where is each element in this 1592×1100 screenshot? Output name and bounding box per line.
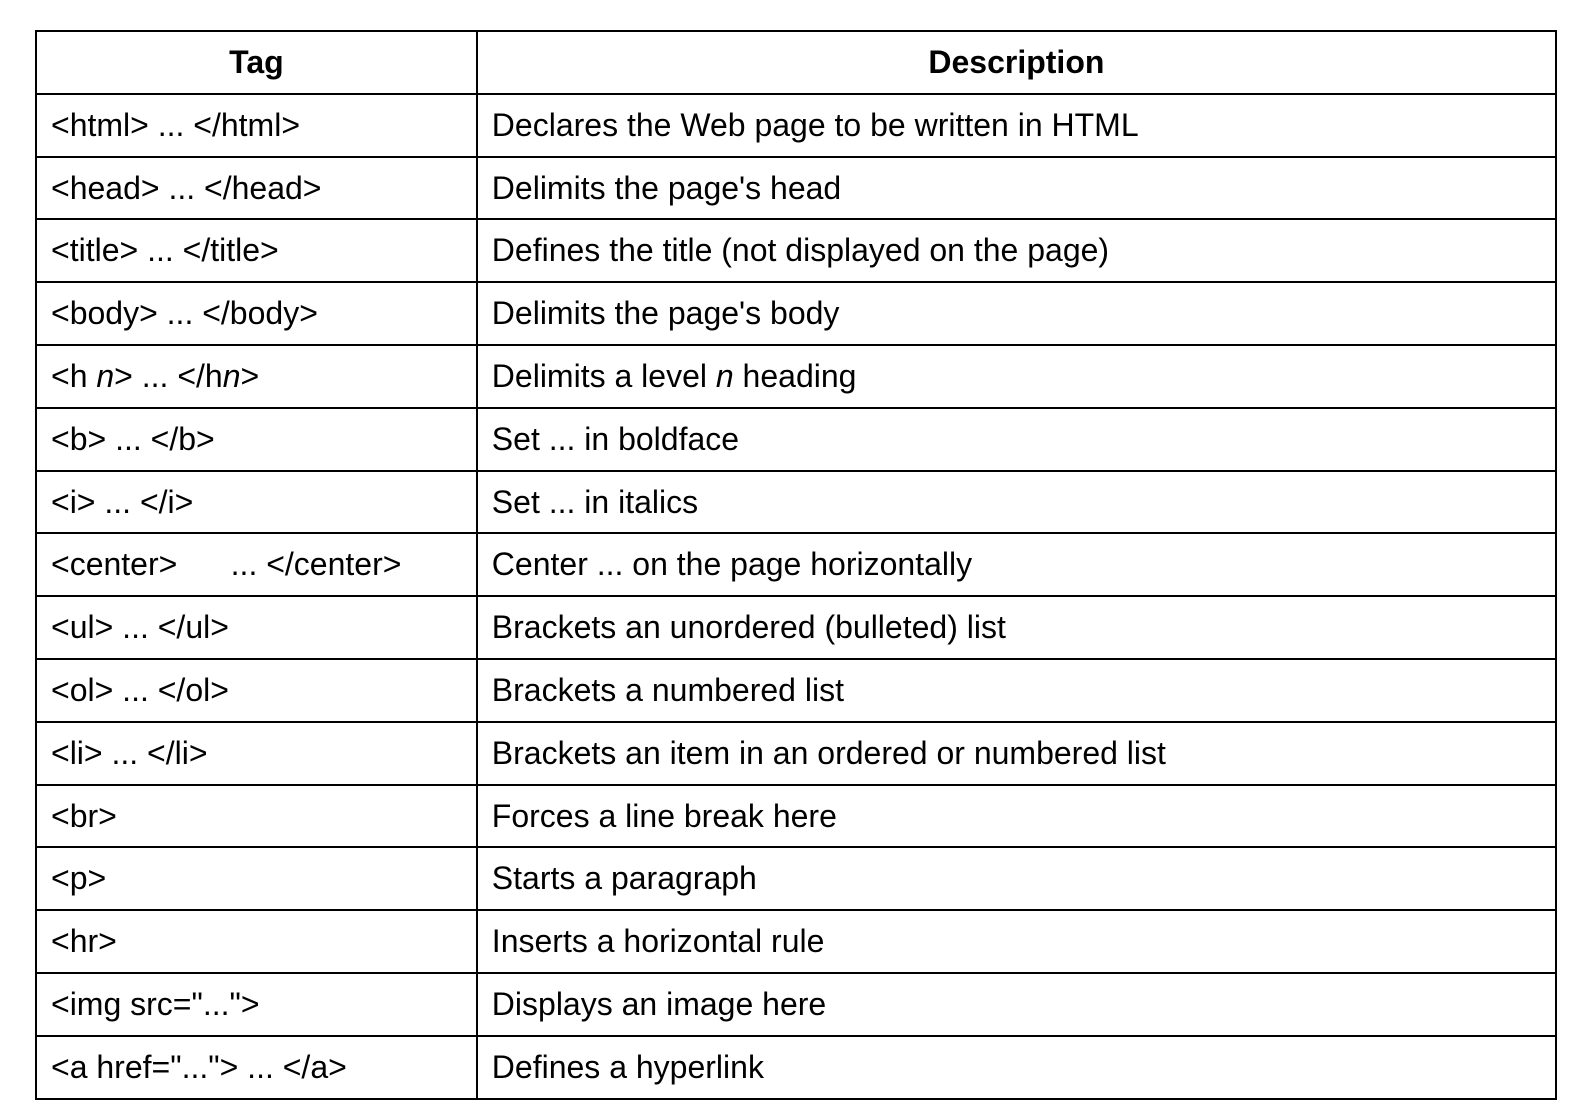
cell-tag: <b> ... </b> [36,408,477,471]
table-row: <p> Starts a paragraph [36,847,1556,910]
cell-tag: <h n> ... </hn> [36,345,477,408]
cell-desc: Displays an image here [477,973,1556,1036]
cell-desc: Brackets a numbered list [477,659,1556,722]
cell-tag: <i> ... </i> [36,471,477,534]
table-row: <h n> ... </hn> Delimits a level n headi… [36,345,1556,408]
cell-desc: Delimits the page's head [477,157,1556,220]
table-row: <a href="..."> ... </a> Defines a hyperl… [36,1036,1556,1099]
cell-desc: Defines the title (not displayed on the … [477,219,1556,282]
cell-desc: Forces a line break here [477,785,1556,848]
html-tags-table: Tag Description <html> ... </html> Decla… [35,30,1557,1100]
cell-desc: Delimits a level n heading [477,345,1556,408]
table-row: <li> ... </li> Brackets an item in an or… [36,722,1556,785]
table-row: <body> ... </body> Delimits the page's b… [36,282,1556,345]
cell-desc: Declares the Web page to be written in H… [477,94,1556,157]
table-row: <head> ... </head> Delimits the page's h… [36,157,1556,220]
cell-tag: <title> ... </title> [36,219,477,282]
cell-desc: Brackets an item in an ordered or number… [477,722,1556,785]
table-row: <html> ... </html> Declares the Web page… [36,94,1556,157]
cell-desc: Center ... on the page horizontally [477,533,1556,596]
cell-tag: <ol> ... </ol> [36,659,477,722]
cell-tag: <head> ... </head> [36,157,477,220]
table-header-row: Tag Description [36,31,1556,94]
table-row: <i> ... </i> Set ... in italics [36,471,1556,534]
cell-tag: <img src="..."> [36,973,477,1036]
table-row: <title> ... </title> Defines the title (… [36,219,1556,282]
cell-desc: Brackets an unordered (bulleted) list [477,596,1556,659]
table-row: <ul> ... </ul> Brackets an unordered (bu… [36,596,1556,659]
table-row: <br> Forces a line break here [36,785,1556,848]
cell-tag: <a href="..."> ... </a> [36,1036,477,1099]
table-row: <center> ... </center> Center ... on the… [36,533,1556,596]
cell-desc: Defines a hyperlink [477,1036,1556,1099]
header-tag: Tag [36,31,477,94]
table-row: <ol> ... </ol> Brackets a numbered list [36,659,1556,722]
cell-desc: Set ... in italics [477,471,1556,534]
header-description: Description [477,31,1556,94]
cell-tag: <html> ... </html> [36,94,477,157]
cell-tag: <center> ... </center> [36,533,477,596]
cell-tag: <li> ... </li> [36,722,477,785]
cell-tag: <hr> [36,910,477,973]
cell-desc: Inserts a horizontal rule [477,910,1556,973]
cell-tag: <body> ... </body> [36,282,477,345]
table-row: <hr> Inserts a horizontal rule [36,910,1556,973]
table-row: <img src="..."> Displays an image here [36,973,1556,1036]
cell-tag: <p> [36,847,477,910]
cell-desc: Set ... in boldface [477,408,1556,471]
cell-desc: Delimits the page's body [477,282,1556,345]
cell-desc: Starts a paragraph [477,847,1556,910]
table-row: <b> ... </b> Set ... in boldface [36,408,1556,471]
cell-tag: <ul> ... </ul> [36,596,477,659]
cell-tag: <br> [36,785,477,848]
